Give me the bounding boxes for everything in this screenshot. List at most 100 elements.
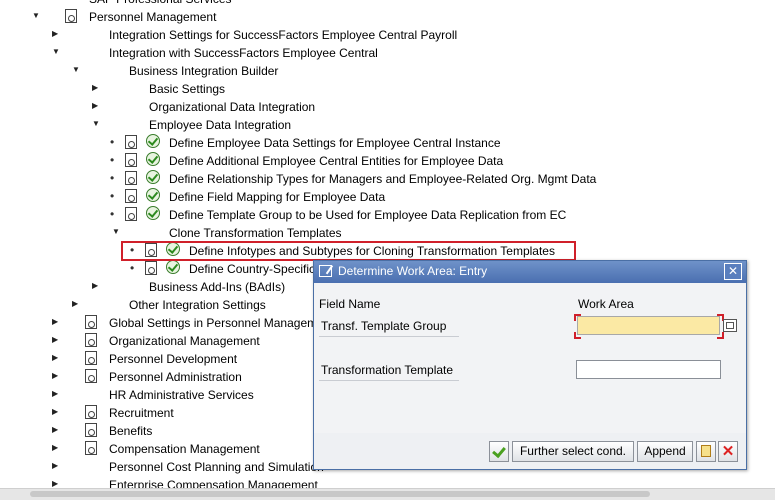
tree-node-label[interactable]: Business Add-Ins (BAdIs) <box>149 279 285 295</box>
tree-node-label[interactable]: Employee Data Integration <box>149 117 291 133</box>
execute-clock-icon[interactable] <box>146 152 160 166</box>
img-icon[interactable] <box>65 9 77 23</box>
expand-arrow-icon[interactable]: ▶ <box>52 317 60 327</box>
tree-node[interactable]: ▼ Clone Transformation Templates <box>0 224 775 242</box>
further-select-button[interactable]: Further select cond. <box>512 441 634 462</box>
img-icon[interactable] <box>125 153 137 167</box>
tree-node[interactable]: SAP Professional Services <box>0 0 775 8</box>
tree-node[interactable]: ▼ Business Integration Builder <box>0 62 775 80</box>
expand-arrow-icon[interactable]: ▶ <box>52 353 60 363</box>
tree-node[interactable]: ▶ Integration Settings for SuccessFactors… <box>0 26 775 44</box>
img-icon[interactable] <box>85 333 97 347</box>
tree-node[interactable]: • Define Field Mapping for Employee Data <box>0 188 775 206</box>
tree-node[interactable]: ▼ Personnel Management <box>0 8 775 26</box>
tree-node-label[interactable]: Organizational Data Integration <box>149 99 315 115</box>
tree-node-label[interactable]: Compensation Management <box>109 441 260 457</box>
tree-node-label[interactable]: Clone Transformation Templates <box>169 225 342 241</box>
tree-node-label[interactable]: Define Country-Specific <box>189 261 315 277</box>
copy-button[interactable] <box>696 441 716 462</box>
tree-node-label[interactable]: Global Settings in Personnel Managem <box>109 315 317 331</box>
tree-node-label[interactable]: Business Integration Builder <box>129 63 278 79</box>
tree-node-label[interactable]: Benefits <box>109 423 152 439</box>
dialog-titlebar[interactable]: Determine Work Area: Entry ✕ <box>314 261 746 283</box>
execute-clock-icon[interactable] <box>146 206 160 220</box>
tree-node[interactable]: ▼ Integration with SuccessFactors Employe… <box>0 44 775 62</box>
tree-node[interactable]: • Define Additional Employee Central Enti… <box>0 152 775 170</box>
expand-arrow-icon[interactable]: ▶ <box>52 29 60 39</box>
tree-node-label[interactable]: SAP Professional Services <box>89 0 232 7</box>
img-icon[interactable] <box>125 135 137 149</box>
work-area-header: Work Area <box>578 297 634 311</box>
execute-clock-icon[interactable] <box>146 188 160 202</box>
img-icon[interactable] <box>125 189 137 203</box>
tree-node-label[interactable]: Integration with SuccessFactors Employee… <box>109 45 378 61</box>
template-input[interactable] <box>576 360 721 379</box>
tree-node-label[interactable]: Personnel Administration <box>109 369 242 385</box>
expand-arrow-icon[interactable]: ▶ <box>52 335 60 345</box>
tree-node-label[interactable]: Define Template Group to be Used for Emp… <box>169 207 566 223</box>
img-icon[interactable] <box>85 351 97 365</box>
bullet-icon: • <box>110 207 115 221</box>
collapse-arrow-icon[interactable]: ▼ <box>112 227 120 237</box>
tree-node-label[interactable]: Personnel Cost Planning and Simulation <box>109 459 324 475</box>
tree-node[interactable]: ▶ Basic Settings <box>0 80 775 98</box>
tree-node-label[interactable]: Define Additional Employee Central Entit… <box>169 153 503 169</box>
work-area-dialog: Determine Work Area: Entry ✕ Field Name … <box>313 260 747 470</box>
tree-node-label[interactable]: Basic Settings <box>149 81 225 97</box>
img-icon[interactable] <box>125 207 137 221</box>
tree-node-label[interactable]: Define Field Mapping for Employee Data <box>169 189 385 205</box>
img-icon[interactable] <box>85 441 97 455</box>
tree-node[interactable]: • Define Employee Data Settings for Emplo… <box>0 134 775 152</box>
scrollbar-thumb[interactable] <box>30 491 650 497</box>
tree-node-label[interactable]: Personnel Management <box>89 9 216 25</box>
collapse-arrow-icon[interactable]: ▼ <box>32 11 40 21</box>
collapse-arrow-icon[interactable]: ▼ <box>72 65 80 75</box>
execute-clock-icon[interactable] <box>146 170 160 184</box>
horizontal-scrollbar[interactable] <box>0 488 775 500</box>
possible-entries-icon[interactable] <box>723 319 737 332</box>
img-icon[interactable] <box>85 405 97 419</box>
work-area-icon <box>319 265 332 277</box>
tree-node[interactable]: ▶ Organizational Data Integration <box>0 98 775 116</box>
execute-clock-icon[interactable] <box>146 134 160 148</box>
field-name-header: Field Name <box>319 297 381 311</box>
tree-node-label[interactable]: Define Relationship Types for Managers a… <box>169 171 596 187</box>
expand-arrow-icon[interactable]: ▶ <box>92 101 100 111</box>
tree-node[interactable]: ▼ Employee Data Integration <box>0 116 775 134</box>
tree-node-label[interactable]: HR Administrative Services <box>109 387 254 403</box>
close-icon[interactable]: ✕ <box>724 263 742 280</box>
expand-arrow-icon[interactable]: ▶ <box>52 443 60 453</box>
cancel-button[interactable]: ✕ <box>718 441 738 462</box>
expand-arrow-icon[interactable]: ▶ <box>52 407 60 417</box>
ok-button[interactable] <box>489 441 509 462</box>
template-group-input[interactable] <box>577 316 720 335</box>
img-icon[interactable] <box>145 261 157 275</box>
tree-node[interactable]: • Define Relationship Types for Managers … <box>0 170 775 188</box>
bullet-icon: • <box>110 189 115 203</box>
img-icon[interactable] <box>85 369 97 383</box>
append-button[interactable]: Append <box>637 441 693 462</box>
tree-node-label[interactable]: Organizational Management <box>109 333 260 349</box>
expand-arrow-icon[interactable]: ▶ <box>52 371 60 381</box>
img-icon[interactable] <box>85 423 97 437</box>
img-icon[interactable] <box>125 171 137 185</box>
tree-node-label[interactable]: Integration Settings for SuccessFactors … <box>109 27 457 43</box>
expand-arrow-icon[interactable]: ▶ <box>92 281 100 291</box>
tree-node[interactable]: • Define Template Group to be Used for Em… <box>0 206 775 224</box>
tree-node-label[interactable]: Personnel Development <box>109 351 237 367</box>
required-corner <box>574 332 581 339</box>
collapse-arrow-icon[interactable]: ▼ <box>92 119 100 129</box>
tree-node-label[interactable]: Other Integration Settings <box>129 297 266 313</box>
dialog-title: Determine Work Area: Entry <box>338 264 488 278</box>
expand-arrow-icon[interactable]: ▶ <box>92 83 100 93</box>
img-icon[interactable] <box>85 315 97 329</box>
expand-arrow-icon[interactable]: ▶ <box>52 389 60 399</box>
expand-arrow-icon[interactable]: ▶ <box>52 461 60 471</box>
expand-arrow-icon[interactable]: ▶ <box>72 299 80 309</box>
cancel-icon: ✕ <box>721 443 735 460</box>
tree-node-label[interactable]: Define Employee Data Settings for Employ… <box>169 135 501 151</box>
tree-node-label[interactable]: Recruitment <box>109 405 174 421</box>
expand-arrow-icon[interactable]: ▶ <box>52 425 60 435</box>
execute-clock-icon[interactable] <box>166 260 180 274</box>
collapse-arrow-icon[interactable]: ▼ <box>52 47 60 57</box>
